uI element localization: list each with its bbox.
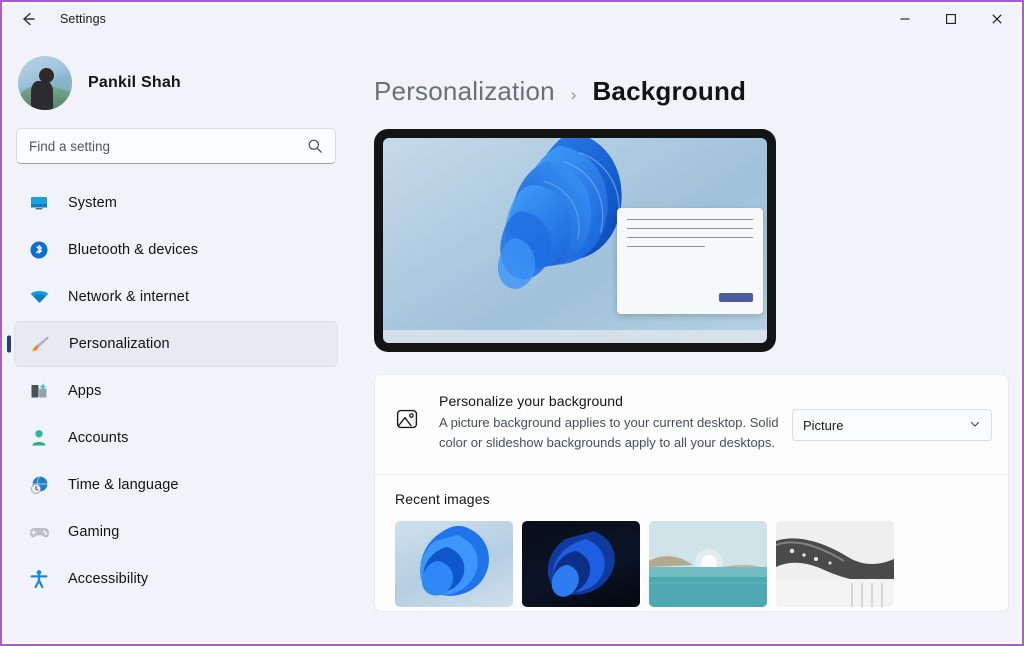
- recent-image-thumbnail[interactable]: [776, 521, 894, 607]
- bloom-light-art: [420, 525, 489, 596]
- sidebar-item-label: System: [68, 195, 117, 211]
- sidebar-item-label: Network & internet: [68, 289, 190, 305]
- monitor-icon: [26, 193, 52, 213]
- lake-sunset-art: [649, 521, 767, 607]
- sidebar-item-personalization[interactable]: Personalization: [14, 321, 338, 367]
- recent-image-thumbnail[interactable]: [395, 521, 513, 607]
- window-controls: [882, 4, 1020, 34]
- sidebar-item-network-internet[interactable]: Network & internet: [14, 274, 338, 320]
- search-container: [4, 128, 346, 164]
- settings-window: Settings Pankil Shah Find a setting Syst…: [4, 4, 1020, 642]
- back-button[interactable]: [8, 5, 48, 33]
- main-content: Personalization › Background Personalize…: [356, 34, 1020, 642]
- back-arrow-icon: [19, 10, 37, 28]
- sidebar-item-label: Accessibility: [68, 571, 149, 587]
- background-preview: [374, 129, 776, 352]
- preview-screen: [383, 138, 767, 343]
- sidebar: Pankil Shah Find a setting System Blueto…: [4, 34, 356, 642]
- background-type-combobox[interactable]: Picture: [792, 409, 992, 441]
- close-button[interactable]: [974, 4, 1020, 34]
- sidebar-item-apps[interactable]: Apps: [14, 368, 338, 414]
- profile-name: Pankil Shah: [88, 74, 181, 91]
- breadcrumb: Personalization › Background: [374, 34, 1020, 129]
- user-profile[interactable]: Pankil Shah: [4, 34, 346, 128]
- recent-image-thumbnail[interactable]: [522, 521, 640, 607]
- sidebar-item-bluetooth-devices[interactable]: Bluetooth & devices: [14, 227, 338, 273]
- sidebar-item-accessibility[interactable]: Accessibility: [14, 556, 338, 602]
- breadcrumb-separator-icon: ›: [570, 85, 577, 104]
- preview-mock-window: [617, 207, 763, 315]
- chevron-down-icon: [969, 418, 981, 433]
- sidebar-item-label: Accounts: [68, 430, 129, 446]
- personalize-background-row: Personalize your background A picture ba…: [375, 375, 1008, 475]
- navigation-list: System Bluetooth & devices Network & int…: [4, 180, 346, 602]
- personalize-background-text: Personalize your background A picture ba…: [435, 393, 792, 453]
- maximize-button[interactable]: [928, 4, 974, 34]
- apps-icon: [26, 381, 52, 401]
- recent-images-section: Recent images: [375, 475, 1008, 611]
- sidebar-item-label: Time & language: [68, 477, 179, 493]
- accessibility-icon: [26, 569, 52, 589]
- sidebar-item-accounts[interactable]: Accounts: [14, 415, 338, 461]
- sidebar-item-time-language[interactable]: Time & language: [14, 462, 338, 508]
- picture-icon: [395, 393, 435, 436]
- avatar: [18, 56, 72, 110]
- paintbrush-icon: [27, 334, 53, 355]
- card-title: Personalize your background: [439, 393, 624, 409]
- recent-image-thumbnail[interactable]: [649, 521, 767, 607]
- minimize-button[interactable]: [882, 4, 928, 34]
- app-title: Settings: [60, 12, 106, 26]
- card-description: A picture background applies to your cur…: [439, 415, 779, 450]
- gamepad-icon: [26, 522, 52, 543]
- preview-taskbar: [383, 330, 767, 343]
- person-icon: [26, 428, 52, 448]
- clock-globe-icon: [26, 475, 52, 496]
- combobox-value: Picture: [803, 417, 844, 433]
- window-body: Pankil Shah Find a setting System Blueto…: [4, 34, 1020, 642]
- background-type-control: Picture: [792, 393, 992, 441]
- background-settings-card: Personalize your background A picture ba…: [374, 374, 1009, 612]
- bloom-dark-art: [547, 531, 615, 597]
- title-bar: Settings: [4, 4, 1020, 34]
- page-title: Background: [592, 76, 747, 106]
- grayscale-texture-art: [776, 521, 894, 607]
- sidebar-item-system[interactable]: System: [14, 180, 338, 226]
- sidebar-item-label: Personalization: [69, 336, 170, 352]
- recent-images-list: [395, 521, 988, 607]
- recent-images-title: Recent images: [395, 491, 490, 507]
- bluetooth-icon: [26, 240, 52, 260]
- search-box[interactable]: [16, 128, 336, 164]
- search-icon: [307, 138, 323, 154]
- sidebar-item-label: Apps: [68, 383, 102, 399]
- sidebar-item-label: Gaming: [68, 524, 120, 540]
- search-input[interactable]: [29, 138, 307, 154]
- wifi-icon: [26, 287, 52, 308]
- sidebar-item-gaming[interactable]: Gaming: [14, 509, 338, 555]
- sidebar-item-label: Bluetooth & devices: [68, 242, 199, 258]
- preview-mock-button: [719, 293, 753, 303]
- breadcrumb-parent[interactable]: Personalization: [374, 76, 555, 107]
